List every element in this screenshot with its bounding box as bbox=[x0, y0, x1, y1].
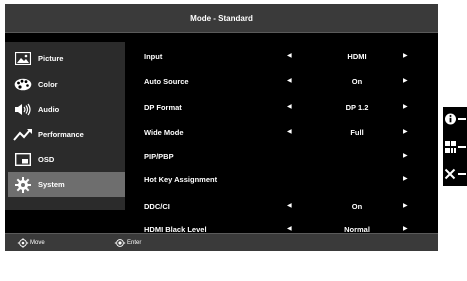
osd-menu: Mode - Standard Picture Color Audio Perf… bbox=[5, 4, 438, 253]
sidebar-item-picture[interactable]: Picture bbox=[8, 46, 125, 71]
gear-icon bbox=[12, 176, 34, 193]
sidebar-item-label: Color bbox=[38, 80, 58, 89]
setting-label: Wide Mode bbox=[144, 128, 184, 137]
footer-move-label: Move bbox=[30, 240, 45, 246]
dpad-enter-icon bbox=[114, 239, 126, 247]
footer-enter-hint: Enter bbox=[114, 238, 141, 248]
arrow-left-icon[interactable]: ◀ bbox=[287, 225, 292, 232]
arrow-right-icon[interactable]: ▶ bbox=[403, 225, 408, 232]
sidebar-item-label: System bbox=[38, 180, 65, 189]
footer-move-hint: Move bbox=[17, 238, 45, 248]
trend-icon bbox=[12, 127, 34, 143]
sidebar-item-label: OSD bbox=[38, 155, 55, 164]
setting-label: DP Format bbox=[144, 103, 182, 112]
hotkey-strip bbox=[443, 107, 467, 186]
picture-icon bbox=[12, 51, 34, 67]
setting-row-ddc-ci[interactable]: DDC/CI ◀ On ▶ bbox=[130, 196, 435, 218]
setting-row-pip-pbp[interactable]: PIP/PBP ▶ bbox=[130, 146, 435, 168]
setting-row-auto-source[interactable]: Auto Source ◀ On ▶ bbox=[130, 71, 435, 93]
sidebar-item-audio[interactable]: Audio bbox=[8, 97, 125, 122]
sidebar-item-performance[interactable]: Performance bbox=[8, 122, 125, 147]
speaker-icon bbox=[12, 102, 34, 118]
settings-panel: Input ◀ HDMI ▶ Auto Source ◀ On ▶ DP For… bbox=[130, 42, 435, 253]
title-bar: Mode - Standard bbox=[5, 4, 438, 33]
setting-label: Hot Key Assignment bbox=[144, 175, 218, 184]
arrow-right-icon[interactable]: ▶ bbox=[403, 103, 408, 110]
menu-key-icon[interactable] bbox=[443, 137, 467, 157]
footer-enter-label: Enter bbox=[127, 240, 142, 246]
palette-icon bbox=[12, 77, 34, 93]
arrow-left-icon[interactable]: ◀ bbox=[287, 52, 292, 59]
setting-row-wide-mode[interactable]: Wide Mode ◀ Full ▶ bbox=[130, 122, 435, 144]
setting-value: HDMI bbox=[347, 52, 367, 61]
info-key-icon[interactable] bbox=[443, 109, 467, 129]
setting-row-dp-format[interactable]: DP Format ◀ DP 1.2 ▶ bbox=[130, 97, 435, 119]
setting-row-input[interactable]: Input ◀ HDMI ▶ bbox=[130, 46, 435, 68]
arrow-right-icon[interactable]: ▶ bbox=[403, 128, 408, 135]
arrow-right-icon[interactable]: ▶ bbox=[403, 202, 408, 209]
arrow-left-icon[interactable]: ◀ bbox=[287, 128, 292, 135]
sidebar: Picture Color Audio Performance OSD Syst… bbox=[5, 42, 125, 210]
arrow-right-icon[interactable]: ▶ bbox=[403, 77, 408, 84]
sidebar-item-label: Performance bbox=[38, 130, 84, 139]
arrow-right-icon[interactable]: ▶ bbox=[403, 52, 408, 59]
setting-label: Auto Source bbox=[144, 77, 189, 86]
setting-value: Full bbox=[350, 128, 364, 137]
dpad-move-icon bbox=[17, 238, 29, 248]
arrow-left-icon[interactable]: ◀ bbox=[287, 202, 292, 209]
setting-value: On bbox=[351, 202, 363, 211]
sidebar-item-osd[interactable]: OSD bbox=[8, 147, 125, 172]
setting-label: Input bbox=[144, 52, 163, 61]
arrow-right-icon[interactable]: ▶ bbox=[403, 175, 408, 182]
sidebar-item-label: Audio bbox=[38, 105, 60, 114]
sidebar-item-system[interactable]: System bbox=[8, 172, 125, 197]
arrow-left-icon[interactable]: ◀ bbox=[287, 103, 292, 110]
setting-value: On bbox=[351, 77, 363, 86]
sidebar-item-label: Picture bbox=[38, 54, 64, 63]
setting-label: DDC/CI bbox=[144, 202, 170, 211]
footer-bar: Move Enter bbox=[5, 233, 438, 251]
arrow-left-icon[interactable]: ◀ bbox=[287, 77, 292, 84]
osd-icon bbox=[12, 152, 34, 168]
setting-label: PIP/PBP bbox=[144, 152, 174, 161]
setting-row-hot-key-assignment[interactable]: Hot Key Assignment ▶ bbox=[130, 169, 435, 191]
arrow-right-icon[interactable]: ▶ bbox=[403, 152, 408, 159]
menu-title: Mode - Standard bbox=[190, 13, 253, 23]
exit-key-icon[interactable] bbox=[443, 164, 467, 184]
sidebar-item-color[interactable]: Color bbox=[8, 72, 125, 97]
setting-value: DP 1.2 bbox=[345, 103, 369, 112]
